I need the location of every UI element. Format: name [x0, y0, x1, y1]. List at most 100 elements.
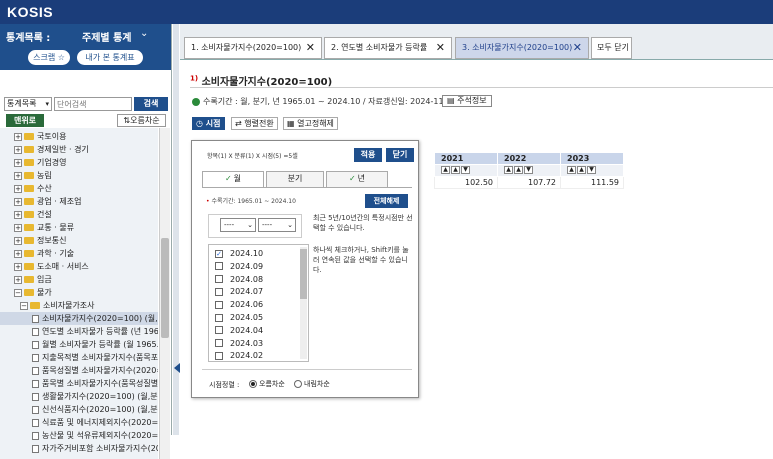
- scrap-button[interactable]: 스크랩 ☆: [28, 50, 70, 65]
- arrow-icon[interactable]: ▼: [587, 166, 596, 174]
- tree-item[interactable]: 월별 소비자물가 등락률 (월 1965.02: [0, 338, 158, 351]
- arrow-icon[interactable]: ▲: [451, 166, 460, 174]
- tree-item[interactable]: 식료품 및 에너지제외지수(2020=100: [0, 416, 158, 429]
- close-icon[interactable]: ✕: [436, 38, 445, 58]
- month-item[interactable]: 2024.05: [215, 312, 263, 323]
- list-scrollbar[interactable]: [300, 247, 307, 359]
- tree-item[interactable]: + 건설: [0, 208, 158, 221]
- sort-asc-button[interactable]: ⇅오름차순: [117, 114, 166, 127]
- month-item[interactable]: 2024.08: [215, 274, 263, 285]
- tree-item[interactable]: 농산물 및 석유류제외지수(2020=100: [0, 429, 158, 442]
- go-top-button[interactable]: 맨위로: [6, 114, 44, 127]
- tree-item[interactable]: + 광업 · 제조업: [0, 195, 158, 208]
- month-item[interactable]: 2024.06: [215, 299, 263, 310]
- tree-item[interactable]: + 국토이용: [0, 130, 158, 143]
- close-icon[interactable]: ✕: [306, 38, 315, 58]
- tree-item[interactable]: 신선식품지수(2020=100) (월,분기,년: [0, 403, 158, 416]
- tree-item[interactable]: + 과학 · 기술: [0, 247, 158, 260]
- collapse-icon[interactable]: −: [14, 288, 22, 297]
- expand-icon[interactable]: +: [14, 132, 22, 141]
- tree-item[interactable]: 지출목적별 소비자물가지수(품목포함: [0, 351, 158, 364]
- checkbox[interactable]: [215, 339, 223, 348]
- stat-mode-select[interactable]: 주제별 통계: [82, 29, 131, 44]
- month-item[interactable]: 2024.07: [215, 286, 263, 297]
- checkbox[interactable]: [215, 287, 223, 296]
- expand-icon[interactable]: +: [14, 197, 22, 206]
- list-scroll-thumb[interactable]: [300, 249, 307, 299]
- tree-item[interactable]: 생활물가지수(2020=100) (월,분기,년: [0, 390, 158, 403]
- checkbox[interactable]: [215, 313, 223, 322]
- sort-asc-radio[interactable]: 오름차순: [249, 379, 285, 389]
- tree-scroll-thumb[interactable]: [161, 238, 169, 338]
- recent-range-select-2[interactable]: ---- ⌄: [258, 218, 296, 232]
- expand-icon[interactable]: +: [14, 210, 22, 219]
- arrow-icon[interactable]: ▼: [461, 166, 470, 174]
- expand-icon[interactable]: +: [14, 223, 22, 232]
- unfreeze-columns-button[interactable]: ▦ 열고정해제: [283, 117, 338, 130]
- note-info-button[interactable]: ▤ 주석정보: [442, 95, 492, 107]
- tree-item[interactable]: + 임금: [0, 273, 158, 286]
- expand-icon[interactable]: +: [14, 236, 22, 245]
- recent-range-select-1[interactable]: ---- ⌄: [220, 218, 256, 232]
- time-button[interactable]: ◷ 시점: [192, 117, 225, 130]
- close-button[interactable]: 닫기: [386, 148, 414, 162]
- expand-icon[interactable]: +: [14, 145, 22, 154]
- panel-splitter[interactable]: [173, 24, 179, 435]
- month-item[interactable]: 2024.04: [215, 325, 263, 336]
- close-all-tabs-button[interactable]: 모두 닫기: [591, 37, 632, 59]
- arrow-icon[interactable]: ▲: [567, 166, 576, 174]
- tree-item[interactable]: + 농림: [0, 169, 158, 182]
- tree-item[interactable]: + 교통 · 물류: [0, 221, 158, 234]
- month-item[interactable]: ✓ 2024.10: [215, 248, 263, 259]
- checkbox[interactable]: ✓: [215, 249, 223, 258]
- sort-desc-radio[interactable]: 내림차순: [294, 379, 330, 389]
- tree-item[interactable]: + 기업경영: [0, 156, 158, 169]
- arrow-icon[interactable]: ▲: [441, 166, 450, 174]
- tree-scrollbar[interactable]: [159, 128, 170, 459]
- expand-icon[interactable]: +: [14, 249, 22, 258]
- expand-icon[interactable]: +: [14, 275, 22, 284]
- search-scope-select[interactable]: 통계목록 ▾: [4, 97, 52, 111]
- search-button[interactable]: 검색: [134, 97, 168, 111]
- tab-1[interactable]: 1. 소비자물가지수(2020=100) ✕: [184, 37, 322, 59]
- expand-icon[interactable]: +: [14, 158, 22, 167]
- arrow-icon[interactable]: ▲: [514, 166, 523, 174]
- tree-item[interactable]: 연도별 소비자물가 등락률 (년 1966~: [0, 325, 158, 338]
- tab-quarter[interactable]: 분기: [266, 171, 324, 187]
- tree-item[interactable]: 소비자물가지수(2020=100) (월,분기: [0, 312, 158, 325]
- checkbox[interactable]: [215, 275, 223, 284]
- checkbox[interactable]: [215, 262, 223, 271]
- chevron-down-icon[interactable]: ⌄: [140, 28, 148, 39]
- checkbox[interactable]: [215, 326, 223, 335]
- kosis-logo[interactable]: KOSIS: [7, 4, 53, 20]
- tree-item[interactable]: + 도소매 · 서비스: [0, 260, 158, 273]
- close-icon[interactable]: ✕: [573, 38, 582, 58]
- tree-item[interactable]: + 정보통신: [0, 234, 158, 247]
- tree-item[interactable]: − 소비자물가조사: [0, 299, 158, 312]
- tree-item[interactable]: − 물가: [0, 286, 158, 299]
- tab-year[interactable]: ✓ 년: [326, 171, 388, 187]
- month-item[interactable]: 2024.09: [215, 261, 263, 272]
- collapse-icon[interactable]: −: [20, 301, 28, 310]
- tree-item[interactable]: 품목별 소비자물가지수(품목성질별: 2: [0, 377, 158, 390]
- checkbox[interactable]: [215, 300, 223, 309]
- month-item[interactable]: 2024.03: [215, 338, 263, 349]
- expand-icon[interactable]: +: [14, 184, 22, 193]
- search-input[interactable]: [54, 97, 132, 111]
- month-item[interactable]: 2024.02: [215, 350, 263, 361]
- deselect-all-button[interactable]: 전체해제: [365, 194, 408, 208]
- expand-icon[interactable]: +: [14, 262, 22, 271]
- tree-item[interactable]: 품목성질별 소비자물가지수(2020=10: [0, 364, 158, 377]
- apply-button[interactable]: 적용: [354, 148, 382, 162]
- checkbox[interactable]: [215, 351, 223, 360]
- my-viewed-stats-button[interactable]: 내가 본 통계표: [77, 50, 143, 65]
- tree-item[interactable]: + 경제일반 · 경기: [0, 143, 158, 156]
- arrow-icon[interactable]: ▲: [577, 166, 586, 174]
- tree-item[interactable]: 자가주거비포함 소비자물가지수(2020: [0, 442, 158, 455]
- row-col-switch-button[interactable]: ⇄ 행렬전환: [231, 117, 278, 130]
- tab-3[interactable]: 3. 소비자물가지수(2020=100) ✕: [455, 37, 589, 59]
- expand-icon[interactable]: +: [14, 171, 22, 180]
- tree-item[interactable]: + 수산: [0, 182, 158, 195]
- tab-month[interactable]: ✓ 월: [202, 171, 264, 187]
- arrow-icon[interactable]: ▲: [504, 166, 513, 174]
